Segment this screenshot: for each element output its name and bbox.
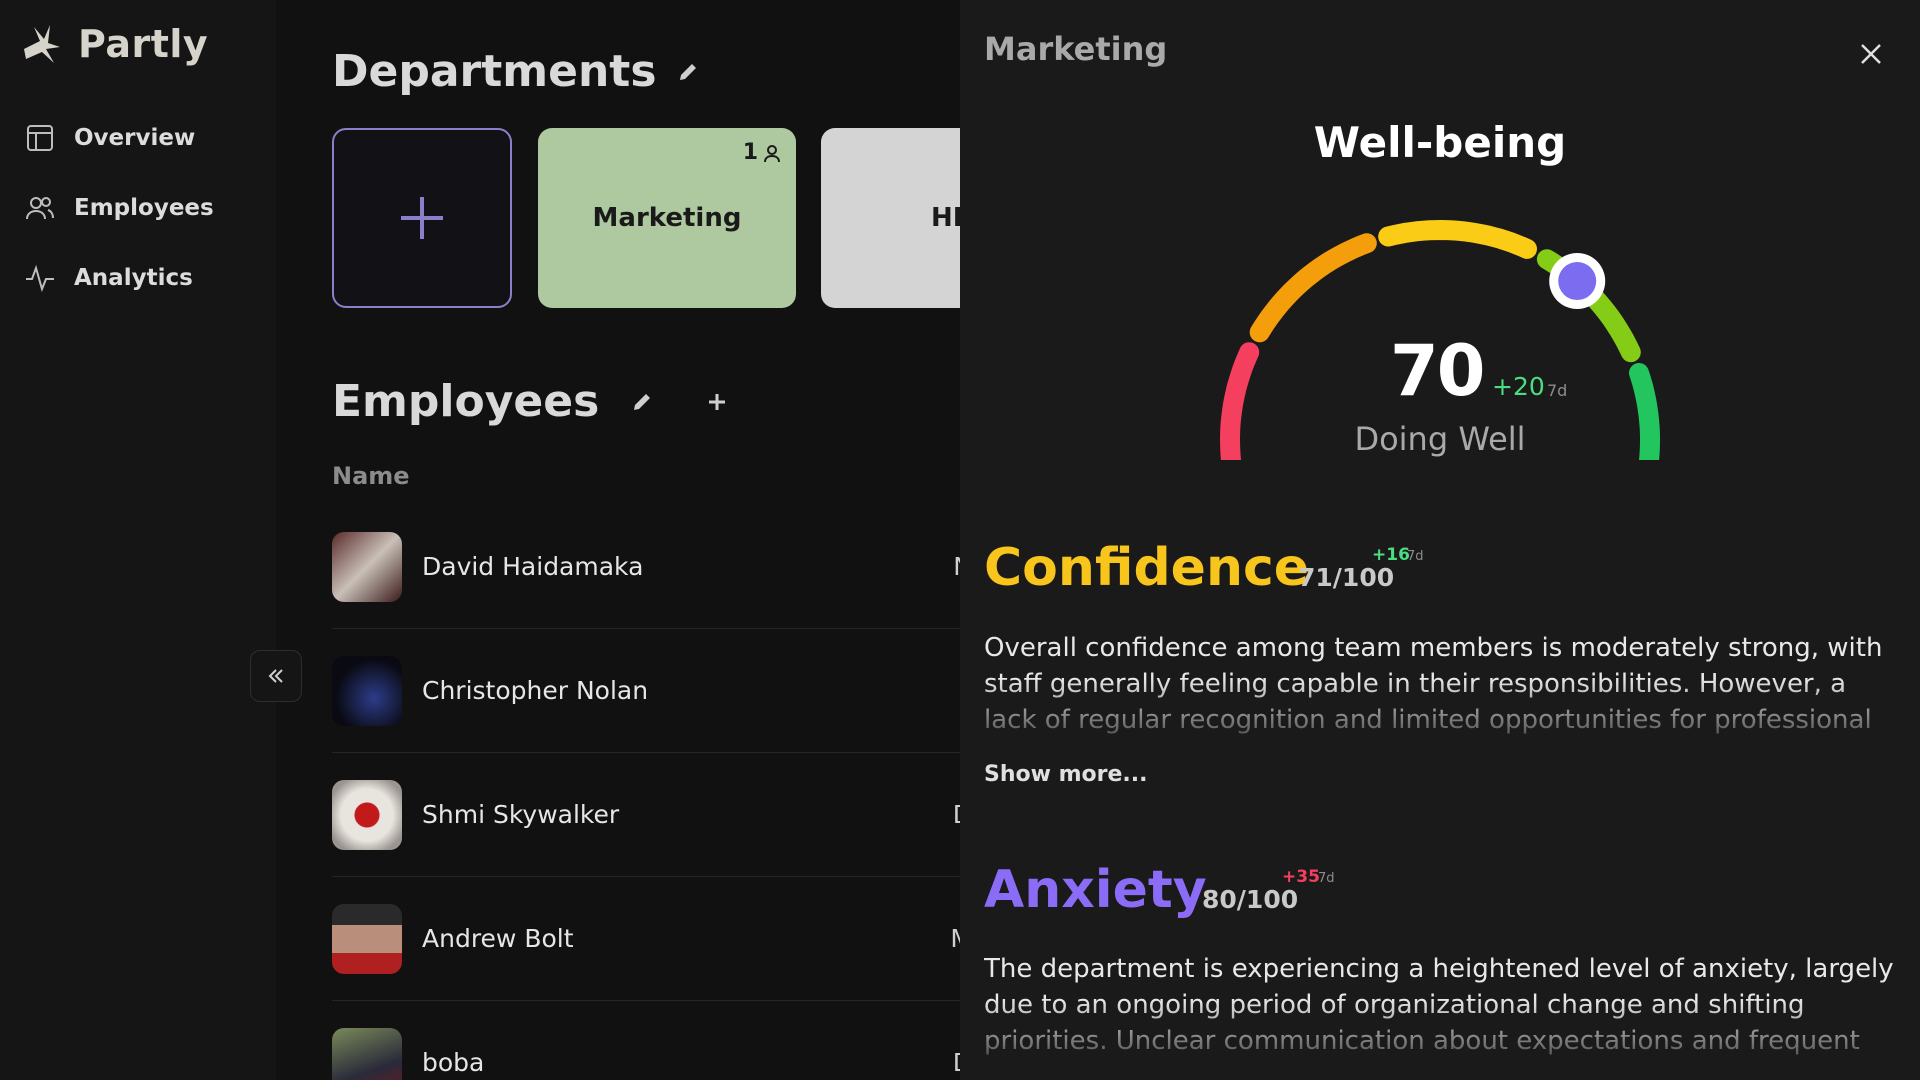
wellbeing-delta: +20 (1492, 372, 1545, 401)
confidence-period: 7d (1407, 549, 1424, 564)
close-icon (1861, 44, 1881, 64)
users-icon (26, 197, 54, 220)
anxiety-title: Anxiety (984, 860, 1207, 920)
app-name: Partly (78, 22, 209, 66)
gauge-indicator-dot (1558, 262, 1597, 301)
employee-name: boba (422, 1048, 485, 1077)
sidebar: Partly Overview Employees Analytics (0, 0, 276, 1080)
table-row[interactable]: Shmi Skywalker D (332, 753, 960, 877)
employee-cell: D (953, 800, 960, 829)
gauge-segment (1378, 219, 1537, 259)
anxiety-delta: +35 (1282, 867, 1320, 887)
edit-employees-button[interactable] (626, 386, 658, 418)
avatar (332, 779, 402, 850)
avatar (332, 1027, 402, 1080)
wellbeing-title: Well-being (1313, 118, 1567, 167)
department-name: Marketing (592, 203, 742, 233)
department-card-marketing[interactable]: 1 Marketing (538, 128, 796, 308)
confidence-score: 71/100 (1298, 563, 1395, 592)
brand[interactable]: Partly (16, 14, 208, 74)
sidebar-item-label: Overview (74, 125, 196, 151)
edit-departments-button[interactable] (672, 56, 704, 88)
avatar (332, 531, 402, 602)
sidebar-item-label: Analytics (74, 265, 193, 291)
layout-icon (27, 125, 53, 151)
gauge-segment (1219, 342, 1260, 460)
plus-icon (401, 197, 443, 239)
activity-icon (26, 264, 54, 293)
employee-name: David Haidamaka (422, 552, 644, 581)
user-icon (764, 144, 780, 162)
employee-list: David Haidamaka N Christopher Nolan Shmi… (332, 505, 960, 1080)
sidebar-nav: Overview Employees Analytics (24, 115, 214, 325)
pencil-icon (680, 64, 696, 80)
close-panel-button[interactable] (1851, 34, 1891, 74)
chevrons-left-icon (268, 669, 283, 683)
employees-title: Employees (332, 376, 600, 427)
anxiety-score: 80/100 (1202, 885, 1299, 914)
confidence-title: Confidence (984, 538, 1310, 598)
table-row[interactable]: Andrew Bolt M (332, 877, 960, 1001)
anxiety-description: The department is experiencing a heighte… (984, 954, 1894, 1056)
departments-title: Departments (332, 46, 657, 97)
table-row[interactable]: David Haidamaka N (332, 505, 960, 629)
wellbeing-status: Doing Well (1354, 420, 1526, 458)
collapse-sidebar-button[interactable] (250, 650, 302, 702)
table-row[interactable]: Christopher Nolan (332, 629, 960, 753)
employee-cell: M (950, 924, 960, 953)
employee-name: Shmi Skywalker (422, 800, 620, 829)
gauge-segment (1629, 363, 1660, 460)
gauge-segment (1249, 233, 1377, 343)
add-employee-button[interactable] (701, 386, 733, 418)
pencil-icon (634, 394, 650, 410)
employee-name: Andrew Bolt (422, 924, 574, 953)
member-count-value: 1 (742, 140, 758, 165)
main-content: Departments 1 Marketing HR Employees Nam… (276, 0, 960, 1080)
department-card-hr[interactable]: HR (821, 128, 960, 308)
panel-title: Marketing (984, 30, 1168, 68)
employee-name: Christopher Nolan (422, 676, 649, 705)
add-department-button[interactable] (332, 128, 512, 308)
plus-icon (709, 394, 725, 410)
table-row[interactable]: boba D (332, 1001, 960, 1080)
anxiety-period: 7d (1318, 871, 1335, 886)
confidence-description: Overall confidence among team members is… (984, 633, 1883, 735)
sidebar-item-overview[interactable]: Overview (24, 115, 214, 161)
show-more-link[interactable]: Show more... (984, 762, 1148, 787)
logo-icon (24, 25, 60, 63)
avatar (332, 655, 402, 726)
sidebar-item-analytics[interactable]: Analytics (24, 255, 214, 301)
wellbeing-score: 70 (1390, 330, 1485, 412)
member-count: 1 (743, 140, 782, 165)
sidebar-item-employees[interactable]: Employees (24, 185, 214, 231)
confidence-delta: +16 (1372, 545, 1410, 565)
wellbeing-period: 7d (1547, 381, 1568, 400)
employee-cell: N (953, 552, 960, 581)
sidebar-item-label: Employees (74, 195, 214, 221)
employee-cell: D (953, 1048, 960, 1077)
department-name: HR (931, 203, 960, 233)
column-header-name: Name (332, 462, 410, 490)
avatar (332, 903, 402, 974)
